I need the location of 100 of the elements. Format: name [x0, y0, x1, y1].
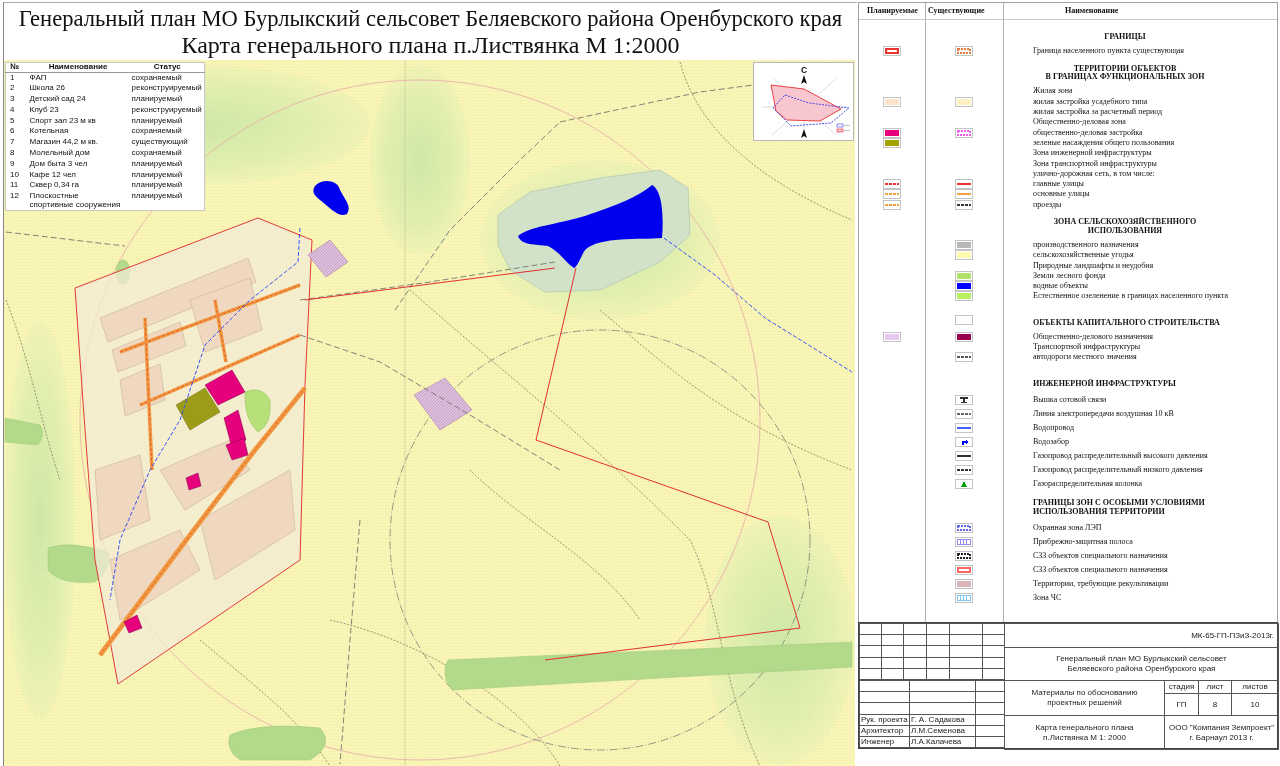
table-cell: планируемый [130, 191, 205, 211]
role-label: Рук. проекта [861, 714, 908, 724]
column-header: Наименование [1065, 7, 1119, 15]
column-header: № [5, 62, 26, 73]
stage-value: 8 [1212, 699, 1218, 709]
legend-label: проезды [1033, 200, 1062, 209]
legend-label: Естественное озеленение в границах населенного пункта [1033, 292, 1229, 301]
legend-label: Территории, требующие рекультивации [1033, 579, 1169, 588]
table-cell: 12 [5, 191, 26, 211]
legend-label: жилая застройка за расчетный период [1033, 108, 1163, 117]
legend-label: Жилая зона [1033, 87, 1073, 96]
table-cell: 7 [5, 137, 26, 149]
arrow-marker-icon [801, 129, 807, 138]
forest-patch [4, 417, 43, 446]
legend-heading: ГРАНИЦЫ ЗОН С ОСОБЫМИ УСЛОВИЯМИ ИСПОЛЬЗОВАНИЯ ТЕРРИТОРИИ [1033, 498, 1205, 517]
table-cell: сохраняемый [130, 148, 205, 159]
column-header: Наименование [25, 62, 131, 73]
planned-site [413, 377, 473, 431]
public-building [185, 472, 202, 491]
wind-rose-shape [770, 84, 842, 122]
table-cell: Спорт зал 23 м кв [25, 115, 131, 127]
table-cell: 9 [5, 158, 26, 170]
legend-label: Линия электропередачи воздушная 10 кВ [1033, 409, 1174, 418]
company-name: ООО "Компания Земпроект" г. Барнаул 2013 г. [1168, 722, 1275, 742]
signer-name: Л.А.Калачева [911, 736, 962, 746]
table-cell: сохраняемый [130, 72, 205, 84]
legend-label: Транспортной инфраструктуры [1033, 343, 1141, 352]
public-building [123, 614, 143, 634]
legend-label: Земли лесного фонда [1033, 271, 1106, 280]
stage-header: листов [1242, 682, 1268, 691]
empty-swatch-icon [955, 314, 973, 325]
legend-label: Зона ЧС [1033, 593, 1062, 602]
table-cell: 10 [5, 169, 26, 181]
stage-value: 10 [1250, 699, 1260, 709]
column-header: Существующие [928, 7, 985, 15]
table-cell: Клуб 23 [25, 104, 131, 116]
table-cell: планируемый [130, 169, 205, 181]
column-header: Планируемые [867, 7, 918, 15]
table-cell: реконструируемый [130, 83, 205, 95]
legend-label: улично-дорожная сеть, в том числе: [1033, 169, 1155, 178]
legend-label: Водопровод [1033, 423, 1075, 432]
legend-label: общественно-деловая застройка [1033, 128, 1143, 137]
legend-label: сельскохозяйственные угодья [1033, 251, 1134, 260]
legend-label: Природные ландшафты и неудобия [1033, 261, 1154, 270]
legend-label: автодороги местного значения [1033, 353, 1137, 362]
table-cell: Молельный дом [25, 148, 131, 159]
table-cell: 6 [5, 126, 26, 138]
table-cell: планируемый [130, 94, 205, 105]
legend-label: Вышка сотовой связи [1033, 395, 1107, 404]
legend-label: главные улицы [1033, 180, 1084, 189]
stage-value: ГП [1176, 699, 1187, 709]
legend-label: зеленые насаждения общего пользования [1033, 138, 1175, 147]
table-cell: планируемый [130, 115, 205, 127]
wind-rose-legend-drawing [836, 123, 851, 133]
north-label: С [800, 64, 808, 75]
signer-name: Л.М.Семенова [911, 725, 965, 735]
column-header: Статус [130, 62, 205, 73]
legend-heading: ТЕРРИТОРИИ ОБЪЕКТОВ В ГРАНИЦАХ ФУНКЦИОНАЛЬНЫХ ЗОН [1045, 64, 1205, 82]
table-cell: 8 [5, 148, 26, 159]
table-cell: Плоскостные спортивные сооружения [25, 191, 131, 211]
legend-label: Граница населенного пункта существующая [1033, 47, 1185, 56]
park-area [244, 389, 271, 433]
legend-label: Зона инженерной инфраструктуры [1033, 149, 1152, 158]
table-cell: 2 [5, 83, 26, 95]
table-cell: 11 [5, 180, 26, 192]
table-cell: Детский сад 24 [25, 94, 131, 105]
table-cell: существующий [130, 137, 205, 149]
pond [313, 181, 349, 216]
legend-label: СЗЗ объектов специального назначения [1033, 551, 1168, 560]
table-cell: Магазин 44,2 м кв. [25, 137, 131, 149]
legend-label: Газопровод распределительный высокого давления [1033, 451, 1208, 460]
legend-heading: ГРАНИЦЫ [1104, 33, 1146, 42]
legend-label: жилая застройка усадебного типа [1033, 97, 1148, 106]
document-type: Материалы по обоснованию проектных решений [1031, 688, 1138, 707]
legend-heading: ЗОНА СЕЛЬСКОХОЗЯЙСТВЕННОГО ИСПОЛЬЗОВАНИЯ [1053, 218, 1197, 236]
legend-label: производственного назначения [1033, 241, 1139, 249]
table-cell: Дом быта 3 чел [25, 158, 131, 170]
table-cell: реконструируемый [130, 104, 205, 116]
legend-heading: ИНЖЕНЕРНОЙ ИНФРАСТРУКТУРЫ [1033, 379, 1176, 389]
planned-site [307, 239, 349, 278]
legend-label: Водозабор [1033, 437, 1069, 446]
legend-heading: ОБЪЕКТЫ КАПИТАЛЬНОГО СТРОИТЕЛЬСТВА [1033, 318, 1220, 328]
legend-label: Общественно-деловая зона [1033, 118, 1126, 127]
legend-label: Охранная зона ЛЭП [1033, 523, 1102, 532]
public-building [204, 369, 246, 406]
table-cell: Школа 26 [25, 83, 131, 95]
table-cell: 3 [5, 94, 26, 105]
legend-label: Зона транспортной инфраструктуры [1033, 159, 1157, 168]
document-code: МК-65-ГП-ПЗиЗ-2013г. [1191, 630, 1274, 640]
stage-header: стадия [1168, 682, 1195, 691]
table-cell: 1 [5, 72, 26, 84]
legend-label: Газораспределительная колонка [1033, 479, 1142, 488]
legend-label: Прибрежно-защитная полоса [1033, 537, 1133, 546]
north-arrow-icon [801, 75, 807, 84]
table-cell: Котельная [25, 126, 131, 138]
signer-name: Г. А. Садакова [911, 714, 965, 724]
legend-label: Газопровод распределительный низкого давления [1033, 465, 1203, 474]
sheet-title: Карта генерального плана п.Листвянка М 1: 2000 [1035, 722, 1134, 742]
stage-header: лист [1206, 682, 1224, 691]
table-cell: планируемый [130, 180, 205, 192]
